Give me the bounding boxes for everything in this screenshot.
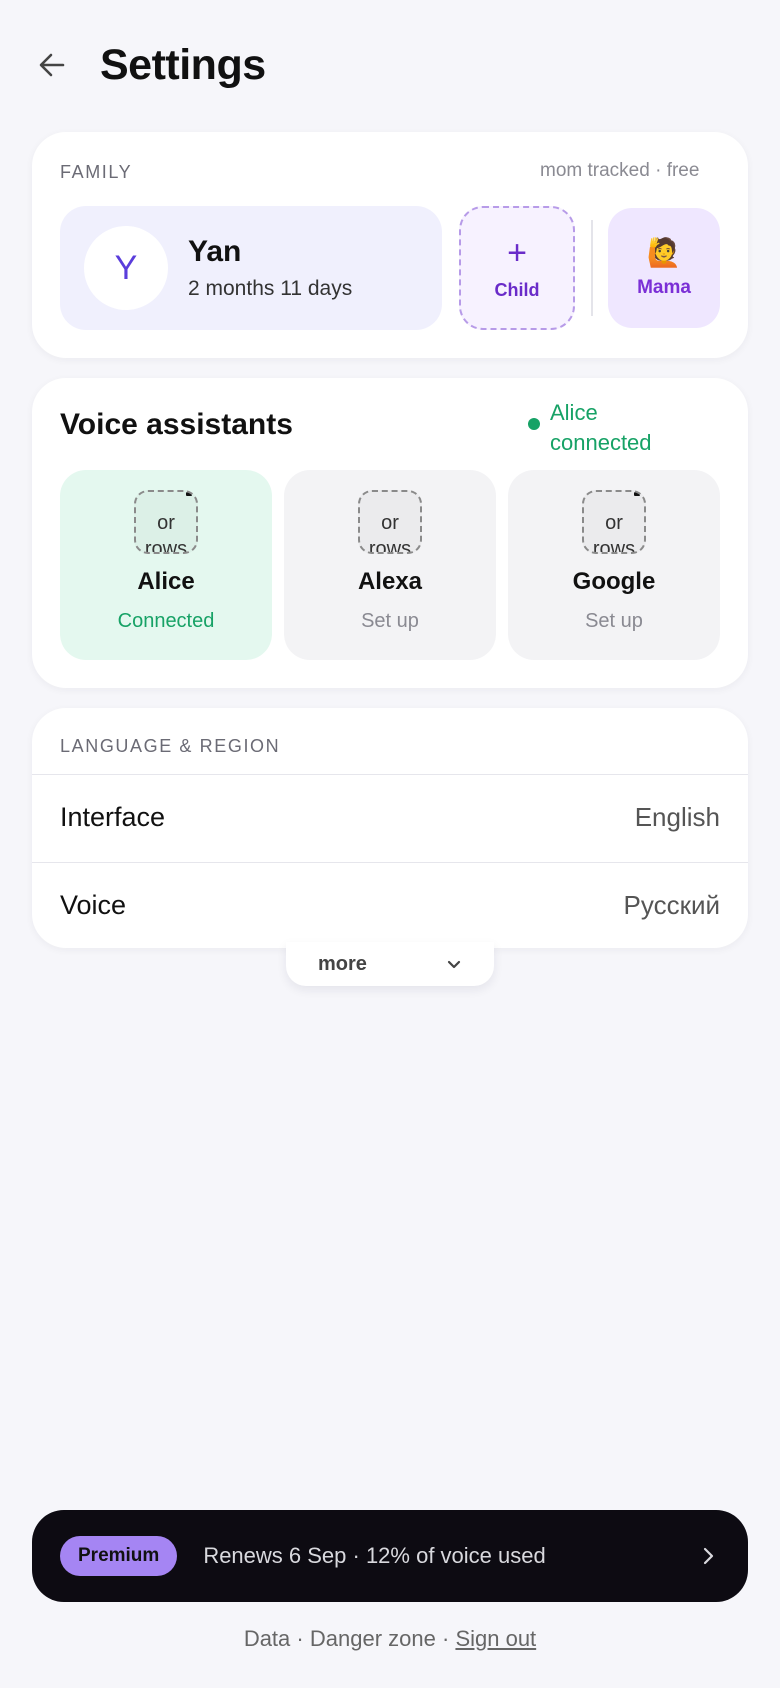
voice-status: Alice connected (528, 398, 680, 458)
chevron-right-icon (696, 1544, 720, 1568)
alice-logo-placeholder: or rows (134, 490, 198, 554)
child-info: Yan 2 months 11 days (188, 235, 352, 301)
voice-assistants-title: Voice assistants (60, 408, 293, 441)
row-value: Русский (623, 890, 720, 920)
child-avatar: Y (84, 226, 168, 310)
logo-placeholder-text: rows (368, 538, 412, 554)
child-age: 2 months 11 days (188, 277, 353, 300)
data-link[interactable]: Data (244, 1626, 290, 1651)
premium-badge: Premium (60, 1536, 178, 1576)
separator: · (441, 1626, 450, 1651)
family-section-label: FAMILY (60, 162, 133, 182)
logo-placeholder-text: or (605, 512, 623, 534)
premium-status-text: Renews 6 Sep · 12% of voice used (203, 1543, 546, 1568)
logo-corner (186, 492, 192, 496)
assistant-alexa[interactable]: or rows Alexa Set up (284, 470, 496, 660)
sign-out-link[interactable]: Sign out (455, 1626, 536, 1651)
assistant-state: Connected (117, 610, 215, 632)
language-region-card: LANGUAGE & REGION Interface English Voic… (32, 708, 748, 948)
add-child-label: Child (494, 279, 540, 300)
row-value: English (634, 802, 720, 832)
footer-links: Data · Danger zone · Sign out (0, 1626, 780, 1652)
separator: · (296, 1626, 304, 1651)
row-label: Voice (60, 890, 127, 920)
language-section-label: LANGUAGE & REGION (60, 736, 281, 756)
header: Settings (32, 34, 266, 96)
chevron-down-icon (447, 960, 461, 969)
assistant-state: Set up (361, 610, 419, 632)
logo-placeholder-text: or (381, 512, 399, 534)
family-card: FAMILY mom tracked · free Y Yan 2 months… (32, 132, 748, 358)
divider (591, 220, 593, 316)
row-label: Interface (60, 802, 166, 832)
back-button[interactable] (32, 45, 72, 85)
assistant-name: Google (572, 568, 656, 595)
parent-label: Mama (637, 277, 691, 298)
logo-placeholder-text: rows (592, 538, 636, 554)
voice-status-text: Alice connected (550, 400, 652, 455)
voice-assistants-card: Voice assistants Alice connected or rows… (32, 378, 748, 688)
assistant-name: Alice (137, 568, 195, 595)
logo-corner (634, 492, 640, 496)
arrow-left-icon (39, 53, 65, 77)
alexa-logo-placeholder: or rows (358, 490, 422, 554)
assistant-google[interactable]: or rows Google Set up (508, 470, 720, 660)
logo-placeholder-text: rows (144, 538, 188, 554)
assistant-alice[interactable]: or rows Alice Connected (60, 470, 272, 660)
interface-language-row[interactable]: Interface English (32, 774, 748, 860)
logo-placeholder-text: or (157, 512, 175, 534)
google-logo-placeholder: or rows (582, 490, 646, 554)
page-title: Settings (100, 40, 266, 89)
parent-profile-card[interactable]: 🙋 Mama (608, 208, 720, 328)
premium-banner[interactable]: Premium Renews 6 Sep · 12% of voice used (32, 1510, 748, 1602)
status-dot-icon (528, 418, 540, 430)
danger-zone-link[interactable]: Danger zone (310, 1626, 436, 1651)
assistant-state: Set up (585, 610, 643, 632)
parent-emoji-icon: 🙋 (646, 237, 682, 268)
child-profile-card[interactable]: Y Yan 2 months 11 days (60, 206, 442, 330)
add-child-button[interactable]: + Child (459, 206, 575, 330)
family-note: mom tracked · free (540, 160, 700, 181)
voice-language-row[interactable]: Voice Русский (32, 862, 748, 948)
more-button[interactable]: more (286, 942, 494, 986)
more-label: more (318, 952, 367, 975)
assistant-name: Alexa (357, 568, 423, 595)
plus-icon: + (507, 233, 527, 272)
child-name: Yan (188, 235, 242, 268)
